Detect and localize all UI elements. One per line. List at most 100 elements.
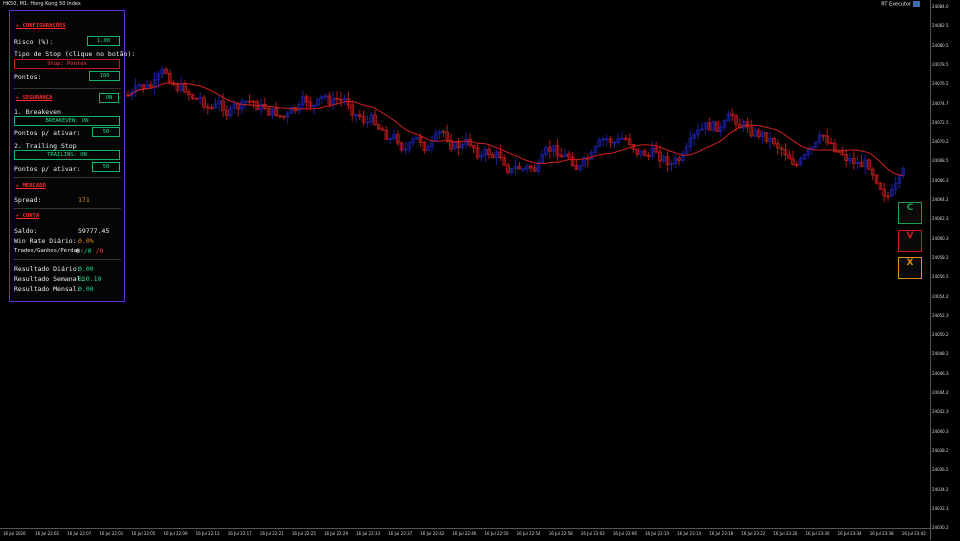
winrate-value: 0.0% [78,237,94,245]
divider [13,177,121,178]
time-tick-label: 16 Jul 22:33 [356,531,381,536]
trades-counts: 0 /0 /0 [76,247,103,255]
trades-wins: /0 [83,247,92,255]
time-tick-label: 16 Jul 23:34 [837,531,862,536]
time-tick-label: 16 Jul 22:42 [420,531,445,536]
time-tick-label: 16 Jul 22:02 [35,531,60,536]
security-section-title: ▸ SEGURANÇA [16,95,53,101]
expert-advisor-label[interactable]: RT Executor [881,1,920,8]
stop-type-button[interactable]: Stop: Pontos [14,59,120,69]
price-tick-label: 24076.5 [932,81,949,87]
divider [13,259,121,260]
time-tick-label: 16 Jul 23:26 [773,531,798,536]
price-tick-label: 24052.3 [932,312,949,318]
winrate-label: Win Rate Diário: [14,237,77,245]
breakeven-points-input[interactable]: 50 [92,127,120,137]
price-tick-label: 24072.5 [932,119,949,125]
price-tick-label: 24032.3 [932,505,949,511]
breakeven-label: 1. Breakeven [14,108,61,116]
weekly-result-value: 610.10 [78,275,102,283]
time-tick-label: 16 Jul 23:22 [741,531,766,536]
price-tick-label: 24036.5 [932,467,949,473]
balance-label: Saldo: [14,227,38,235]
price-tick-label: 24042.3 [932,409,949,415]
price-tick-label: 24040.3 [932,428,949,434]
spread-value: 171 [78,196,90,204]
price-tick-label: 24064.2 [932,197,949,202]
time-tick-label: 16 Jul 22:50 [484,531,509,536]
market-section-title: ▸ MERCADO [16,183,46,189]
security-toggle[interactable]: ON [99,93,119,103]
sell-button[interactable]: V [898,230,922,252]
close-all-button[interactable]: X [898,257,922,279]
price-tick-label: 24044.2 [932,390,949,395]
price-tick-label: 24068.5 [932,158,949,164]
trailing-points-input[interactable]: 50 [92,162,120,172]
price-tick-label: 24082.5 [932,23,949,29]
price-tick-label: 24056.5 [932,274,949,280]
config-section-title: ▸ CONFIGURAÇÕES [16,23,66,29]
price-tick-label: 24054.2 [932,293,949,299]
time-tick-label: 16 Jul 22:05 [131,531,156,536]
price-tick-label: 24050.2 [932,332,949,338]
time-tick-label: 16 Jul 22:13 [195,531,220,536]
trailing-points-label: Pontos p/ ativar: [14,165,81,173]
monthly-result-value: 0.00 [78,285,94,293]
time-tick-label: 16 Jul 23:42 [901,531,926,536]
price-tick-label: 24074.7 [932,100,949,106]
time-tick-label: 16 Jul 22:07 [67,531,92,536]
price-tick-label: 24070.2 [932,139,949,145]
account-section-title: ▸ CONTA [16,213,40,219]
risk-input[interactable]: 1.00 [87,36,120,46]
price-chart[interactable] [0,0,960,540]
time-tick-label: 16 Jul 2026 [3,531,26,536]
price-tick-label: 24058.2 [932,254,949,260]
time-tick-label: 16 Jul 23:38 [869,531,894,536]
time-tick-label: 16 Jul 22:29 [324,531,348,536]
time-tick-label: 16 Jul 22:21 [259,531,284,536]
price-tick-label: 24060.3 [932,235,949,241]
weekly-result-label: Resultado Semanal: [14,275,85,283]
time-tick-label: 16 Jul 23:18 [709,531,734,536]
divider [13,88,121,89]
time-tick-label: 16 Jul 22:17 [227,531,252,536]
time-tick-label: 16 Jul 22:58 [548,531,573,536]
price-tick-label: 24080.5 [932,42,949,48]
time-tick-label: 16 Jul 23:30 [805,531,830,536]
time-tick-label: 16 Jul 22:01 [99,531,124,536]
time-tick-label: 16 Jul 22:37 [388,531,413,536]
points-label: Pontos: [14,73,42,81]
ea-control-panel: ▸ CONFIGURAÇÕES Risco (%): 1.00 Tipo de … [9,10,135,302]
spread-label: Spread: [14,196,42,204]
price-tick-label: 24038.2 [932,447,949,453]
risk-label: Risco (%): [14,38,54,46]
trades-losses: /0 [95,247,104,255]
bearish-candle [194,97,199,100]
time-tick-label: 16 Jul 23:02 [580,531,605,536]
breakeven-button[interactable]: BREAKEVEN: ON [14,116,120,126]
price-tick-label: 24046.3 [932,370,949,376]
trailing-button[interactable]: TRAILING: ON [14,150,120,160]
price-tick-label: 24030.2 [932,525,949,531]
buy-button[interactable]: C [898,202,922,224]
breakeven-points-label: Pontos p/ ativar: [14,129,81,137]
daily-result-value: 0.00 [78,265,94,273]
time-tick-label: 16 Jul 22:25 [291,531,316,536]
price-tick-label: 24034.2 [932,486,949,492]
price-tick-label: 24066.3 [932,177,949,183]
balance-value: 59777.45 [78,227,110,235]
price-tick-label: 24078.5 [932,61,949,67]
price-tick-label: 24062.3 [932,216,949,222]
trades-label: Trades/Ganhos/Perdas: [14,248,84,254]
monthly-result-label: Resultado Mensal: [14,285,81,293]
symbol-label: HK50, M1: Hong Kong 50 Index [3,1,81,7]
daily-result-label: Resultado Diário: [14,265,81,273]
points-input[interactable]: 100 [89,71,120,81]
time-tick-label: 16 Jul 23:10 [645,531,669,536]
trades-total: 0 [76,247,80,255]
price-tick-label: 24084.0 [932,4,949,9]
time-tick-label: 16 Jul 23:14 [677,531,702,536]
trailing-label: 2. Trailing Stop [14,142,77,150]
divider [13,208,121,209]
stop-type-label: Tipo de Stop (clique no botão): [14,50,136,58]
